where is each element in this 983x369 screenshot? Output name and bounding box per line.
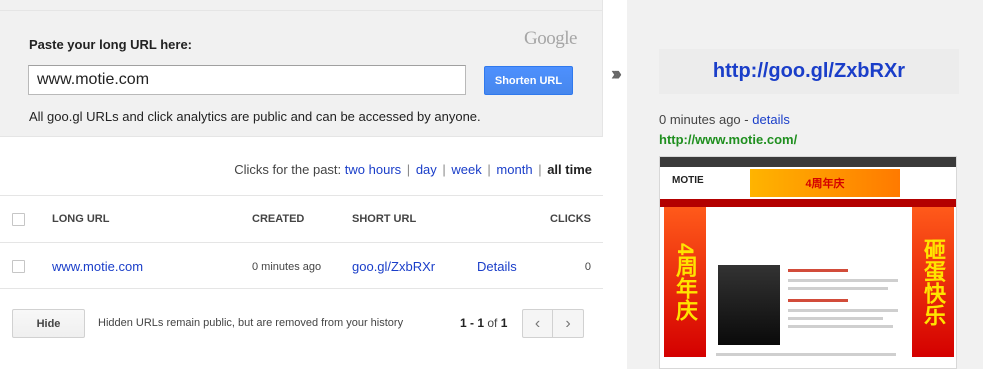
row-long-url-link[interactable]: www.motie.com (52, 259, 143, 274)
shorten-url-button[interactable]: Shorten URL (484, 66, 573, 95)
thumb-banner: 4周年庆 (750, 169, 900, 197)
shortener-panel: Paste your long URL here: Google Shorten… (0, 10, 603, 137)
period-month-link[interactable]: month (496, 162, 532, 177)
google-logo: Google (524, 28, 577, 49)
table-row: www.motie.com 0 minutes ago goo.gl/ZxbRX… (0, 242, 603, 289)
separator: | (487, 162, 491, 177)
paste-label: Paste your long URL here: (29, 37, 193, 52)
result-meta: 0 minutes ago - details (659, 112, 790, 127)
result-time: 0 minutes ago (659, 112, 741, 127)
hide-button[interactable]: Hide (12, 309, 85, 338)
header-short-url: SHORT URL (352, 213, 417, 225)
separator: | (442, 162, 446, 177)
thumb-line (788, 279, 898, 282)
select-all-checkbox[interactable] (12, 213, 25, 226)
pagination-range: 1 - 1 (460, 316, 485, 330)
period-week-link[interactable]: week (451, 162, 481, 177)
thumb-nav (660, 199, 956, 207)
row-details-link[interactable]: Details (477, 259, 517, 274)
pagination-info: 1 - 1 of 1 (460, 316, 507, 330)
hidden-urls-note: Hidden URLs remain public, but are remov… (98, 317, 404, 329)
public-notice: All goo.gl URLs and click analytics are … (29, 109, 481, 124)
result-short-url-link[interactable]: http://goo.gl/ZxbRXr (659, 49, 959, 94)
table-header-row: LONG URL CREATED SHORT URL CLICKS (0, 195, 603, 242)
separator: | (406, 162, 411, 177)
pagination-of: of (487, 316, 498, 330)
double-chevron-right-icon: ››› (611, 64, 622, 85)
thumb-line (788, 287, 888, 290)
long-url-input[interactable] (28, 65, 466, 95)
thumb-dark-image (718, 265, 780, 345)
result-details-link[interactable]: details (752, 112, 790, 127)
row-created: 0 minutes ago (252, 261, 322, 273)
thumb-top-bar (660, 157, 956, 167)
period-all-time-current: all time (547, 162, 592, 177)
thumb-left-banner: 4周年庆 (664, 207, 706, 357)
website-thumbnail[interactable]: MOTIE 4周年庆 4周年庆 砸蛋快乐 (659, 156, 957, 369)
row-short-url-link[interactable]: goo.gl/ZxbRXr (352, 259, 435, 274)
top-strip (0, 0, 603, 10)
header-clicks: CLICKS (550, 213, 591, 225)
thumb-logo: MOTIE (672, 175, 704, 186)
thumb-line (788, 317, 883, 320)
next-page-button[interactable]: › (553, 309, 584, 338)
period-two-hours-link[interactable]: two hours (345, 162, 401, 177)
thumb-line (716, 353, 896, 356)
chevron-right-icon: › (565, 314, 571, 332)
result-long-url-link[interactable]: http://www.motie.com/ (659, 132, 797, 147)
clicks-period-label: Clicks for the past: (234, 162, 342, 177)
result-dash: - (744, 112, 749, 127)
chevron-left-icon: ‹ (534, 314, 541, 332)
clicks-period-filter: Clicks for the past: two hours | day | w… (234, 162, 592, 177)
header-created: CREATED (252, 213, 305, 225)
thumb-line (788, 269, 848, 272)
header-long-url: LONG URL (52, 213, 110, 225)
thumb-line (788, 309, 898, 312)
thumb-line (788, 299, 848, 302)
thumb-line (788, 325, 893, 328)
url-history-table: LONG URL CREATED SHORT URL CLICKS www.mo… (0, 195, 603, 289)
period-day-link[interactable]: day (416, 162, 437, 177)
previous-page-button[interactable]: ‹ (522, 309, 553, 338)
row-clicks: 0 (584, 261, 591, 273)
separator: | (538, 162, 542, 177)
pagination-total: 1 (500, 316, 508, 330)
row-checkbox[interactable] (12, 260, 25, 273)
thumb-right-banner: 砸蛋快乐 (912, 207, 954, 357)
